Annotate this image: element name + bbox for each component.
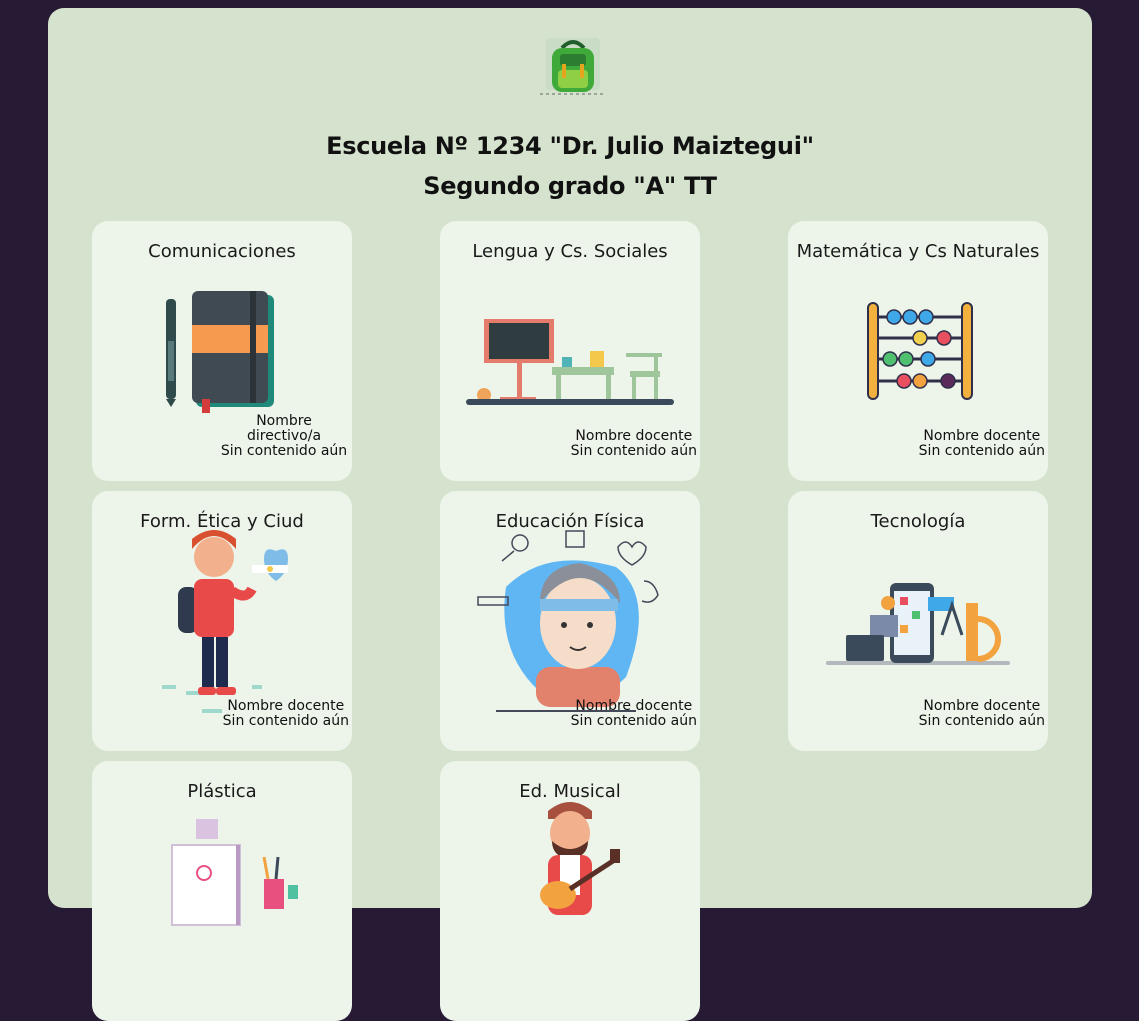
card-meta: Nombre directivo/a Sin contenido aún xyxy=(219,414,349,459)
card-title: Comunicaciones xyxy=(148,241,296,262)
card-status: Sin contenido aún xyxy=(570,443,697,459)
card-role: Nombre docente xyxy=(575,428,693,444)
card-title: Educación Física xyxy=(495,511,645,532)
card-meta: Nombre docente Sin contenido aún xyxy=(571,429,697,459)
backpack-icon xyxy=(540,38,606,95)
card-title: Tecnología xyxy=(870,511,966,532)
school-name: Escuela Nº 1234 "Dr. Julio Maiztegui" xyxy=(326,132,814,160)
card-status: Sin contenido aún xyxy=(918,713,1045,729)
card-comunicaciones[interactable]: Comunicaciones Nombre directivo/a Sin co… xyxy=(92,221,352,481)
card-meta: Nombre docente Sin contenido aún xyxy=(919,429,1045,459)
main-panel: Escuela Nº 1234 "Dr. Julio Maiztegui" Se… xyxy=(48,8,1092,1021)
card-role: Nombre docente xyxy=(923,428,1041,444)
card-ed-musical[interactable]: Ed. Musical xyxy=(440,761,700,1021)
card-title: Ed. Musical xyxy=(519,781,621,802)
card-role: Nombre docente xyxy=(575,698,693,714)
card-educacion-fisica[interactable]: Educación Física Nombre docente Sin cont… xyxy=(440,491,700,751)
card-lengua-sociales[interactable]: Lengua y Cs. Sociales Nombre docente Sin… xyxy=(440,221,700,481)
card-formacion-etica[interactable]: Form. Ética y Ciud Nombre docente Sin co… xyxy=(92,491,352,751)
card-title: Form. Ética y Ciud xyxy=(140,511,304,532)
card-matematica-naturales[interactable]: Matemática y Cs Naturales Nombre docente… xyxy=(788,221,1048,481)
card-status: Sin contenido aún xyxy=(222,713,349,729)
card-tecnologia[interactable]: Tecnología Nombre docente Sin contenido … xyxy=(788,491,1048,751)
card-meta: Nombre docente Sin contenido aún xyxy=(919,699,1045,729)
card-title: Lengua y Cs. Sociales xyxy=(472,241,668,262)
card-plastica[interactable]: Plástica xyxy=(92,761,352,1021)
card-title: Plástica xyxy=(187,781,257,802)
card-status: Sin contenido aún xyxy=(918,443,1045,459)
card-status: Sin contenido aún xyxy=(570,713,697,729)
card-meta: Nombre docente Sin contenido aún xyxy=(571,699,697,729)
card-role: Nombre directivo/a xyxy=(246,413,322,444)
card-role: Nombre docente xyxy=(227,698,345,714)
card-meta: Nombre docente Sin contenido aún xyxy=(223,699,349,729)
card-status: Sin contenido aún xyxy=(220,443,348,459)
card-title: Matemática y Cs Naturales xyxy=(796,241,1040,262)
card-role: Nombre docente xyxy=(923,698,1041,714)
grade-title: Segundo grado "A" TT xyxy=(423,172,717,200)
